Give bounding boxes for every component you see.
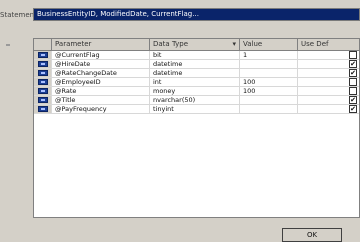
use-default-checkbox[interactable]: ✔	[349, 105, 357, 113]
parameter-name-cell[interactable]: @HireDate	[52, 60, 150, 68]
use-default-checkbox[interactable]: ✔	[349, 69, 357, 77]
value-cell[interactable]	[240, 60, 298, 68]
row-selector[interactable]	[34, 60, 52, 68]
parameters-grid: Parameter Data Type ▾ Value Use Def @Cur…	[33, 38, 360, 218]
data-type-cell[interactable]: datetime	[150, 60, 240, 68]
header-value[interactable]: Value	[240, 39, 298, 50]
table-row[interactable]: @PayFrequency tinyint ✔	[34, 105, 359, 114]
row-selector[interactable]	[34, 87, 52, 95]
data-type-cell[interactable]: datetime	[150, 69, 240, 77]
row-selector[interactable]	[34, 96, 52, 104]
header-data-type[interactable]: Data Type ▾	[150, 39, 240, 50]
use-default-checkbox[interactable]: ✔	[349, 96, 357, 104]
parameter-icon	[38, 88, 48, 94]
table-row[interactable]: @CurrentFlag bit 1	[34, 51, 359, 60]
use-default-cell: ✔	[298, 105, 359, 113]
grid-header: Parameter Data Type ▾ Value Use Def	[34, 39, 359, 51]
parameter-icon	[38, 97, 48, 103]
parameter-icon	[38, 70, 48, 76]
header-parameter[interactable]: Parameter	[52, 39, 150, 50]
parameter-icon	[38, 79, 48, 85]
data-type-cell[interactable]: int	[150, 78, 240, 86]
table-row[interactable]: @HireDate datetime ✔	[34, 60, 359, 69]
header-data-type-label: Data Type	[153, 40, 189, 48]
value-cell[interactable]: 100	[240, 78, 298, 86]
row-selector[interactable]	[34, 51, 52, 59]
value-cell[interactable]: 1	[240, 51, 298, 59]
use-default-cell	[298, 87, 359, 95]
parameter-name-cell[interactable]: @CurrentFlag	[52, 51, 150, 59]
use-default-cell: ✔	[298, 69, 359, 77]
parameter-name-cell[interactable]: @EmployeeID	[52, 78, 150, 86]
parameter-icon	[38, 52, 48, 58]
use-default-cell	[298, 51, 359, 59]
use-default-cell	[298, 78, 359, 86]
parameter-name-cell[interactable]: @RateChangeDate	[52, 69, 150, 77]
row-selector[interactable]	[34, 69, 52, 77]
use-default-checkbox[interactable]: ✔	[349, 60, 357, 68]
table-row[interactable]: @RateChangeDate datetime ✔	[34, 69, 359, 78]
table-row[interactable]: @Rate money 100	[34, 87, 359, 96]
data-type-cell[interactable]: money	[150, 87, 240, 95]
use-default-checkbox[interactable]	[349, 87, 357, 95]
parameter-name-cell[interactable]: @PayFrequency	[52, 105, 150, 113]
use-default-cell: ✔	[298, 96, 359, 104]
header-selector-cell	[34, 39, 52, 50]
row-selector[interactable]	[34, 105, 52, 113]
data-type-cell[interactable]: bit	[150, 51, 240, 59]
sort-arrow-icon: ▾	[232, 40, 236, 48]
data-type-cell[interactable]: nvarchar(50)	[150, 96, 240, 104]
header-use-default[interactable]: Use Def	[298, 39, 359, 50]
value-cell[interactable]: 100	[240, 87, 298, 95]
left-marker	[6, 44, 10, 46]
value-cell[interactable]	[240, 69, 298, 77]
parameter-icon	[38, 106, 48, 112]
use-default-checkbox[interactable]	[349, 78, 357, 86]
value-cell[interactable]	[240, 96, 298, 104]
use-default-checkbox[interactable]	[349, 51, 357, 59]
use-default-cell: ✔	[298, 60, 359, 68]
parameter-icon	[38, 61, 48, 67]
value-cell[interactable]	[240, 105, 298, 113]
statement-field[interactable]: BusinessEntityID, ModifiedDate, CurrentF…	[33, 8, 360, 21]
parameter-name-cell[interactable]: @Rate	[52, 87, 150, 95]
parameter-name-cell[interactable]: @Title	[52, 96, 150, 104]
table-row[interactable]: @EmployeeID int 100	[34, 78, 359, 87]
table-row[interactable]: @Title nvarchar(50) ✔	[34, 96, 359, 105]
data-type-cell[interactable]: tinyint	[150, 105, 240, 113]
row-selector[interactable]	[34, 78, 52, 86]
statement-label: Statement	[0, 11, 33, 19]
